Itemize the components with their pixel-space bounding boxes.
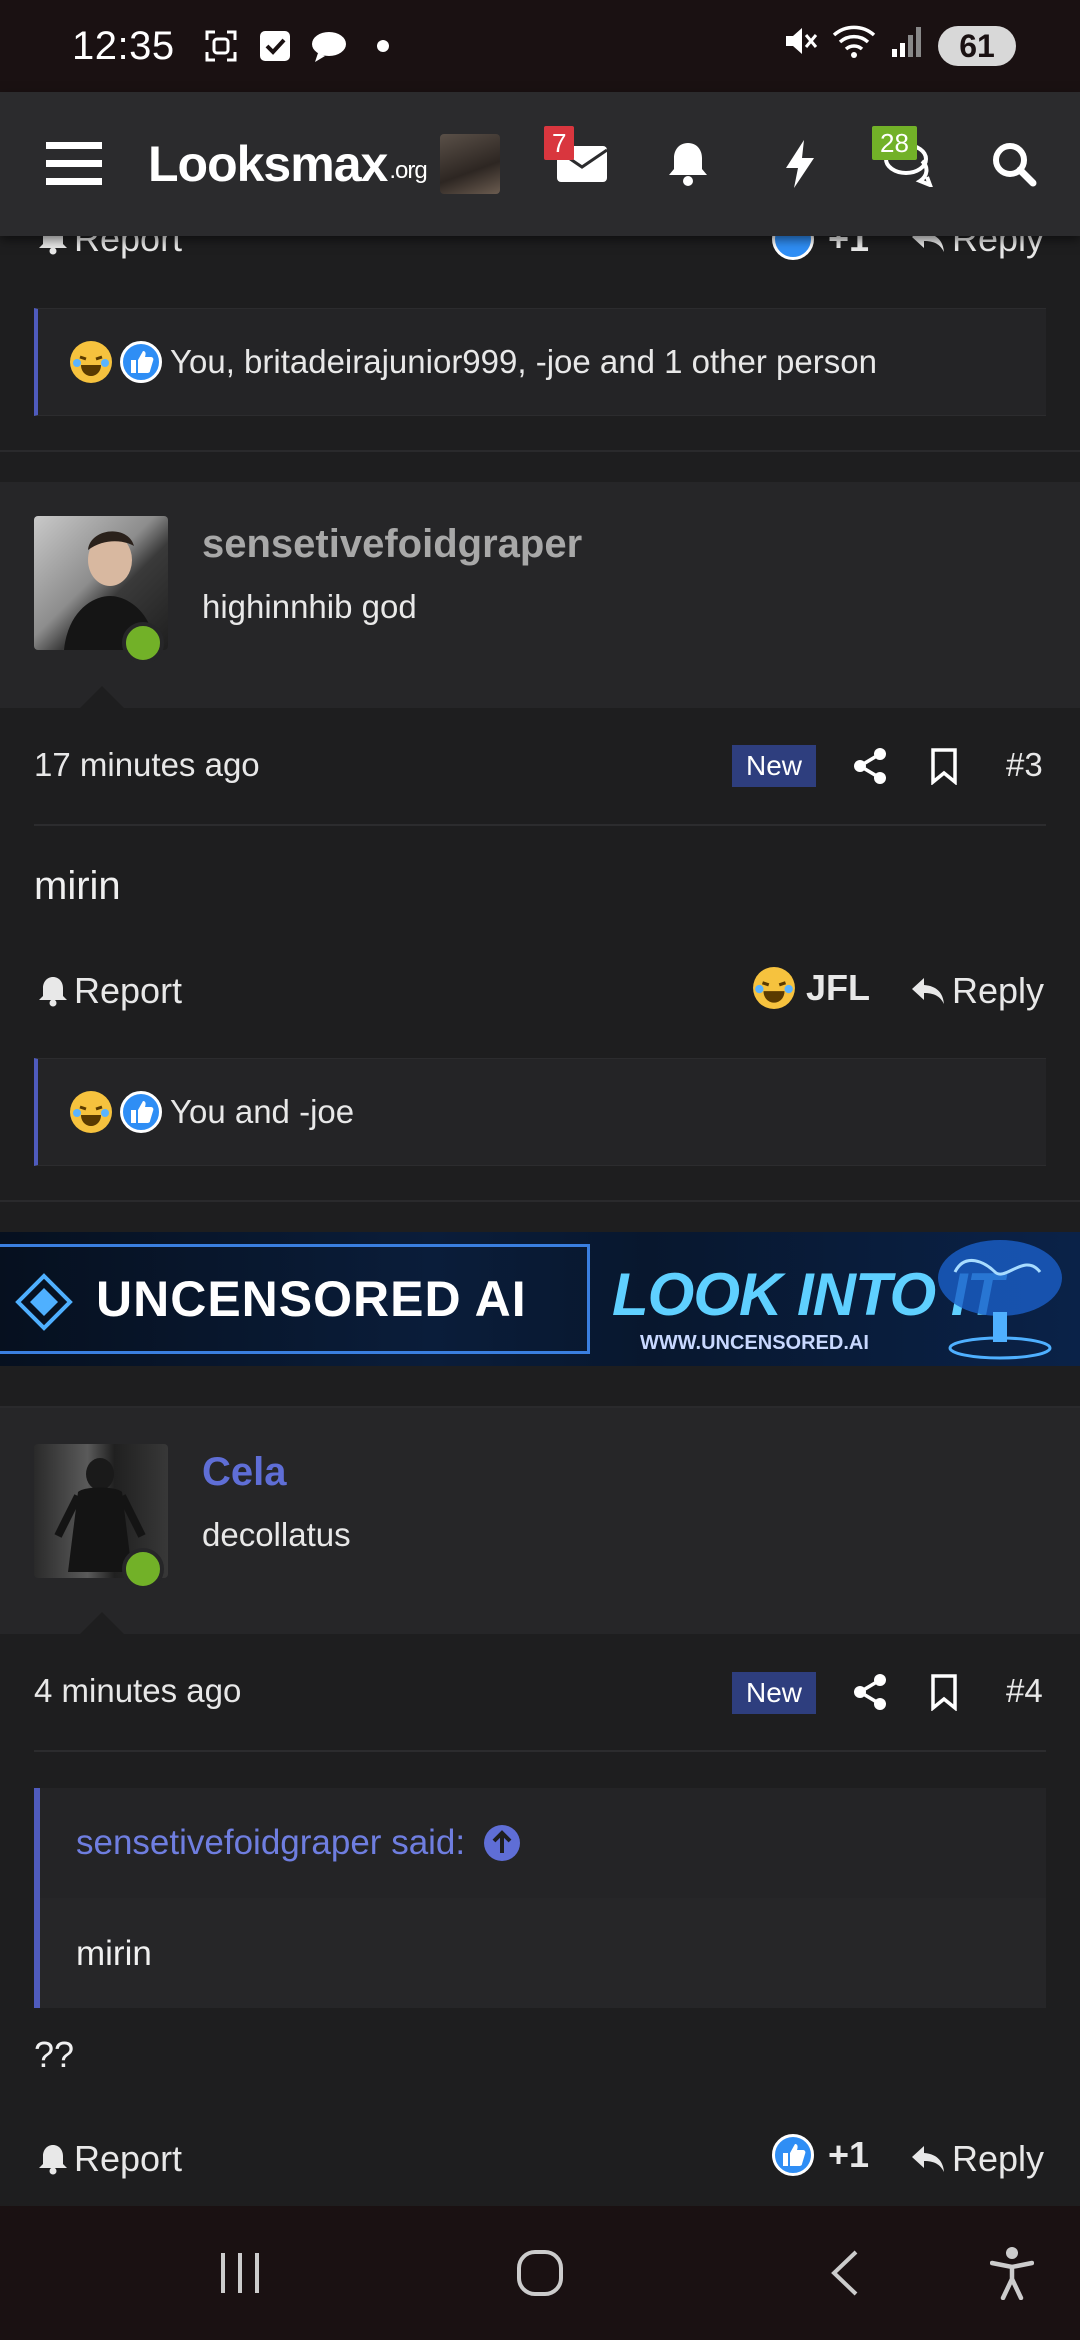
battery-indicator: 61 <box>938 26 1016 66</box>
post-3-number[interactable]: #3 <box>1006 746 1043 784</box>
post-4-number[interactable]: #4 <box>1006 1672 1043 1710</box>
conversations-count-badge: 28 <box>872 126 917 160</box>
like-icon <box>772 2134 814 2176</box>
reaction-button-3[interactable]: JFL <box>752 966 870 1010</box>
bell-icon <box>39 2145 67 2175</box>
reaction-button-4[interactable]: +1 <box>772 2134 869 2176</box>
report-button-3[interactable]: Report <box>38 970 182 1012</box>
new-badge: New <box>732 745 816 787</box>
reactions-summary-text: You and -joe <box>170 1093 355 1130</box>
laugh-emoji-icon <box>753 967 795 1009</box>
like-emoji-icon <box>120 1091 162 1133</box>
report-label: Report <box>74 970 183 1011</box>
reactions-summary-text: You, britadeirajunior999, -joe and 1 oth… <box>170 343 877 380</box>
quote-block: sensetivefoidgraper said: mirin <box>34 1788 1046 2008</box>
meta-divider <box>34 1750 1046 1752</box>
post-3-timestamp[interactable]: 17 minutes ago <box>34 746 260 784</box>
ad-url: WWW.UNCENSORED.AI <box>640 1332 869 1354</box>
share-icon[interactable] <box>848 744 892 788</box>
post-divider <box>0 1200 1080 1202</box>
report-label: Report <box>74 2138 183 2179</box>
logo-suffix: .org <box>389 157 427 184</box>
lightning-icon[interactable] <box>772 92 828 236</box>
diamond-icon <box>15 1273 73 1331</box>
wifi-icon <box>832 23 876 69</box>
back-icon[interactable] <box>804 2206 884 2340</box>
checkbox-icon <box>255 26 295 66</box>
quote-author[interactable]: sensetivefoidgraper said: <box>76 1823 465 1863</box>
conversations-button[interactable]: 28 <box>872 92 948 236</box>
reaction-count: +1 <box>828 2134 870 2175</box>
dot-icon <box>363 26 403 66</box>
reply-icon <box>912 2146 944 2172</box>
report-button-4[interactable]: Report <box>38 2138 182 2180</box>
search-icon[interactable] <box>982 92 1046 236</box>
laugh-emoji-icon <box>70 341 112 383</box>
reply-button-3[interactable]: Reply <box>910 970 1044 1012</box>
user-avatar-button[interactable] <box>438 92 502 236</box>
reactions-summary-3[interactable]: You and -joe <box>34 1058 1046 1166</box>
avatar <box>440 134 500 194</box>
ad-banner[interactable]: UNCENSORED AI LOOK INTO IT WWW.UNCENSORE… <box>0 1232 1080 1366</box>
reply-label: Reply <box>952 970 1045 1011</box>
new-badge: New <box>732 1672 816 1714</box>
status-time: 12:35 <box>72 23 175 68</box>
logo-text: Looksmax <box>148 136 388 192</box>
system-navigation-bar <box>0 2206 1080 2340</box>
reactions-summary-prev[interactable]: You, britadeirajunior999, -joe and 1 oth… <box>34 308 1046 416</box>
laugh-emoji-icon <box>70 1091 112 1133</box>
reply-label: Reply <box>952 2138 1045 2179</box>
post-4-user-title: decollatus <box>202 1516 351 1553</box>
home-icon[interactable] <box>500 2206 580 2340</box>
inbox-count-badge: 7 <box>544 126 575 160</box>
status-bar: 12:35 61 <box>0 0 1080 92</box>
like-emoji-icon <box>120 341 162 383</box>
top-navigation: Looksmax .org 7 28 <box>0 92 1080 236</box>
reply-icon <box>912 978 944 1004</box>
meta-divider <box>34 824 1046 826</box>
chat-bubble-icon <box>309 26 349 66</box>
bell-icon <box>39 977 67 1007</box>
bookmark-icon[interactable] <box>922 1670 966 1714</box>
signal-icon <box>890 24 924 69</box>
site-logo[interactable]: Looksmax .org <box>148 92 428 236</box>
reply-button-4[interactable]: Reply <box>910 2138 1044 2180</box>
ad-left-panel: UNCENSORED AI <box>0 1244 590 1354</box>
post-divider <box>0 450 1080 452</box>
share-icon[interactable] <box>848 1670 892 1714</box>
ad-headline: UNCENSORED AI <box>96 1271 527 1327</box>
reaction-label: JFL <box>806 967 871 1008</box>
accessibility-icon[interactable] <box>972 2206 1052 2340</box>
bell-icon[interactable] <box>660 92 716 236</box>
arrow-up-circle-icon <box>484 1825 521 1861</box>
header-pointer <box>80 1612 124 1634</box>
recent-apps-icon[interactable] <box>200 2206 280 2340</box>
screenshot-icon <box>201 26 241 66</box>
online-status-indicator <box>122 622 164 664</box>
quote-text: mirin <box>76 1934 152 1973</box>
post-4-timestamp[interactable]: 4 minutes ago <box>34 1672 241 1710</box>
post-3-username[interactable]: sensetivefoidgraper <box>202 522 582 567</box>
mute-icon <box>782 23 818 69</box>
post-3-body: mirin <box>34 864 121 908</box>
inbox-button[interactable]: 7 <box>544 92 614 236</box>
post-4-body: ?? <box>34 2034 75 2075</box>
online-status-indicator <box>122 1548 164 1590</box>
brain-icon <box>938 1240 1062 1360</box>
post-4-username[interactable]: Cela <box>202 1450 287 1495</box>
post-3-user-title: highinnhib god <box>202 588 417 625</box>
header-pointer <box>80 686 124 708</box>
bookmark-icon[interactable] <box>922 744 966 788</box>
quote-header[interactable]: sensetivefoidgraper said: <box>40 1788 1046 1898</box>
menu-icon[interactable] <box>34 92 114 236</box>
